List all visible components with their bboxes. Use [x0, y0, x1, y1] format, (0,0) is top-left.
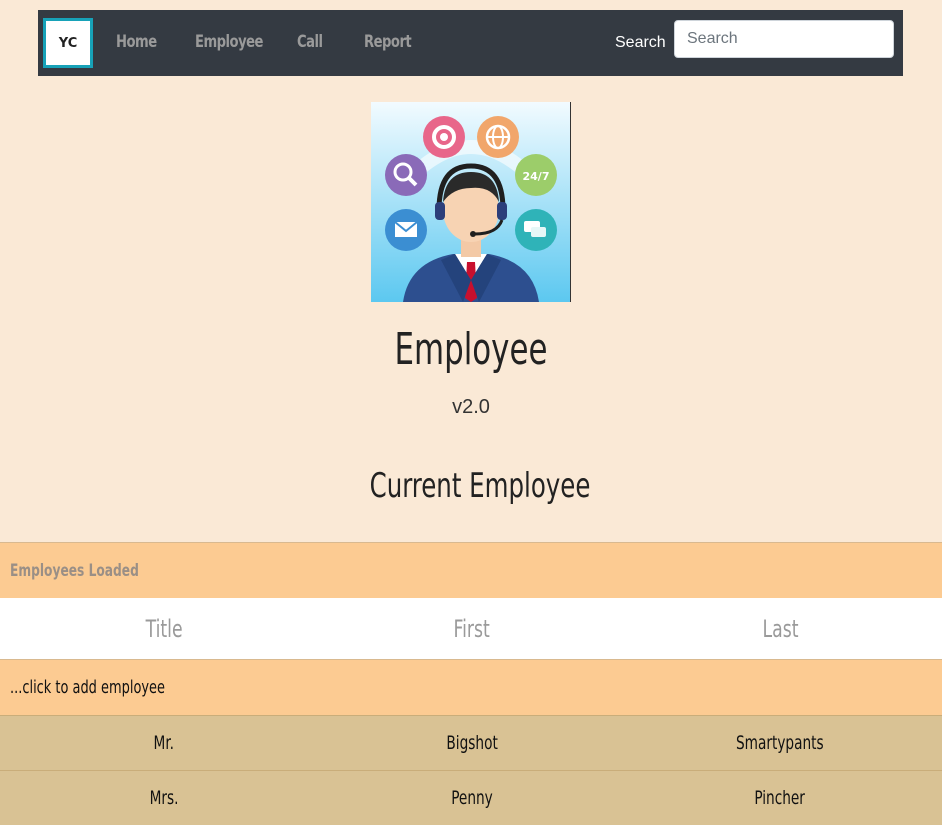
column-header-first: First	[453, 614, 491, 643]
nav-link-call[interactable]: Call	[297, 32, 323, 52]
employee-table: Employees Loaded Title First Last ...cli…	[0, 542, 942, 825]
gear-icon	[423, 116, 465, 158]
app-version: v2.0	[452, 396, 490, 418]
nav-link-employee[interactable]: Employee	[195, 32, 263, 52]
cell-first: Penny	[451, 787, 493, 809]
brand-logo[interactable]: YC	[43, 18, 93, 68]
nav-link-home[interactable]: Home	[116, 32, 157, 52]
24-7-icon: 24/7	[515, 154, 557, 196]
navbar: YC Home Employee Call Report Search	[38, 10, 903, 76]
cell-last: Smartypants	[736, 732, 824, 754]
column-header-title: Title	[145, 614, 183, 643]
table-caption: Employees Loaded	[0, 542, 942, 598]
app-title: Employee	[394, 324, 548, 375]
cell-last: Pincher	[754, 787, 806, 809]
add-employee-prompt[interactable]: ...click to add employee	[10, 677, 165, 698]
cell-title: Mr.	[153, 732, 175, 754]
column-header-last: Last	[762, 614, 798, 643]
search-input[interactable]	[674, 20, 894, 58]
section-title: Current Employee	[369, 466, 591, 506]
table-caption-text: Employees Loaded	[10, 561, 139, 581]
table-header: Title First Last	[0, 598, 942, 659]
add-employee-row[interactable]: ...click to add employee	[0, 659, 942, 715]
search-icon	[385, 154, 427, 196]
globe-icon	[477, 116, 519, 158]
chat-icon	[515, 209, 557, 251]
svg-text:24/7: 24/7	[523, 170, 550, 183]
cell-first: Bigshot	[446, 732, 498, 754]
cell-title: Mrs.	[149, 787, 179, 809]
table-row[interactable]: Mrs. Penny Pincher	[0, 770, 942, 825]
search-label: Search	[615, 34, 666, 51]
call-center-agent-illustration: 24/7	[371, 102, 571, 302]
table-row[interactable]: Mr. Bigshot Smartypants	[0, 715, 942, 770]
mail-icon	[385, 209, 427, 251]
nav-link-report[interactable]: Report	[364, 32, 412, 52]
